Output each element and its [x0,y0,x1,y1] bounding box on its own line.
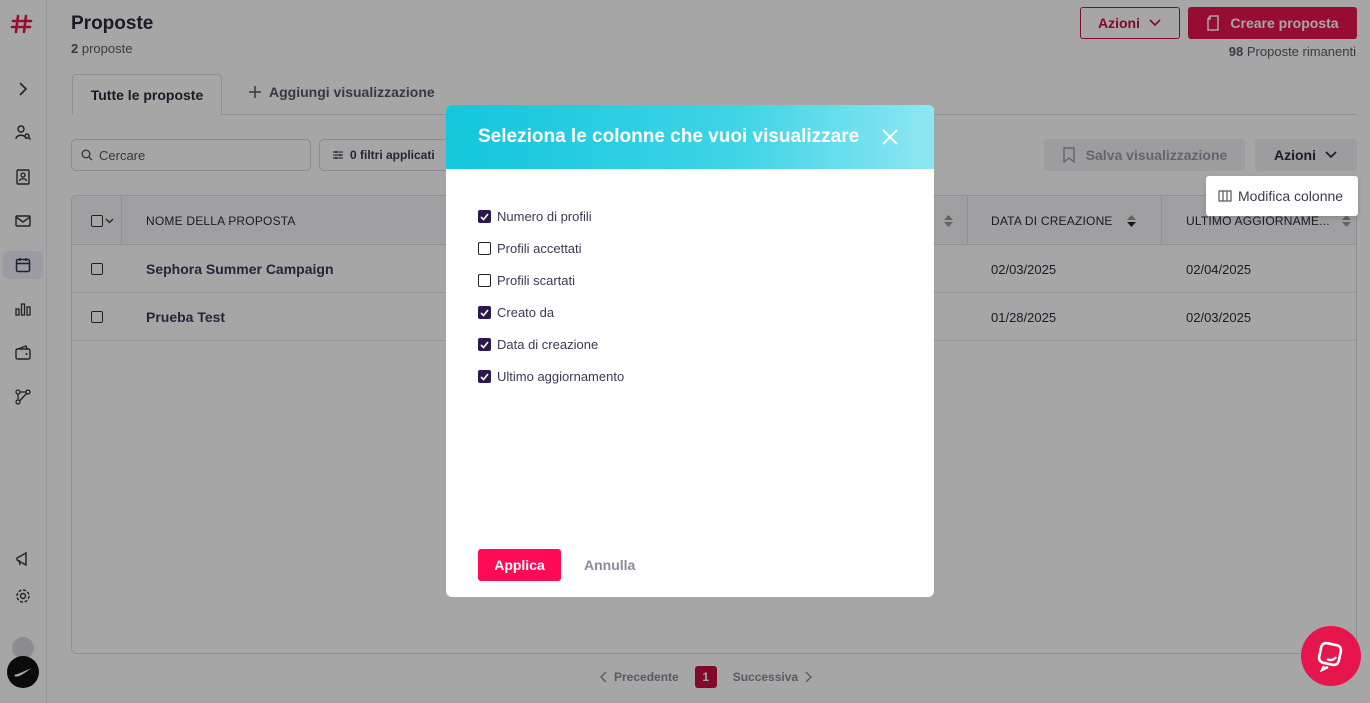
option-ultimo-aggiornamento[interactable]: Ultimo aggiornamento [478,369,624,384]
option-numero-profili[interactable]: Numero di profili [478,209,592,224]
close-icon[interactable] [880,127,900,147]
option-label: Numero di profili [497,209,592,224]
column-selection-modal: Seleziona le colonne che vuoi visualizza… [446,105,934,597]
option-label: Data di creazione [497,337,599,352]
checkbox-unchecked[interactable] [478,274,491,287]
option-profili-scartati[interactable]: Profili scartati [478,273,575,288]
option-label: Creato da [497,305,555,320]
option-label: Profili scartati [497,273,576,288]
columns-icon [1218,190,1232,202]
chat-icon [1317,641,1343,672]
checkbox-checked[interactable] [478,338,491,351]
apply-button[interactable]: Applica [478,549,561,581]
checkbox-unchecked[interactable] [478,242,491,255]
checkbox-checked[interactable] [478,370,491,383]
support-chat-button[interactable] [1301,626,1361,686]
cancel-button[interactable]: Annulla [584,549,635,581]
option-creato-da[interactable]: Creato da [478,305,554,320]
option-label: Ultimo aggiornamento [497,369,625,384]
modify-columns-label: Modifica colonne [1238,188,1344,204]
checkbox-checked[interactable] [478,210,491,223]
modify-columns-menu-item[interactable]: Modifica colonne [1206,176,1358,216]
option-data-creazione[interactable]: Data di creazione [478,337,598,352]
option-profili-accettati[interactable]: Profili accettati [478,241,582,256]
modal-header: Seleziona le colonne che vuoi visualizza… [446,105,934,169]
modal-title: Seleziona le colonne che vuoi visualizza… [478,126,860,147]
option-label: Profili accettati [497,241,582,256]
checkbox-checked[interactable] [478,306,491,319]
